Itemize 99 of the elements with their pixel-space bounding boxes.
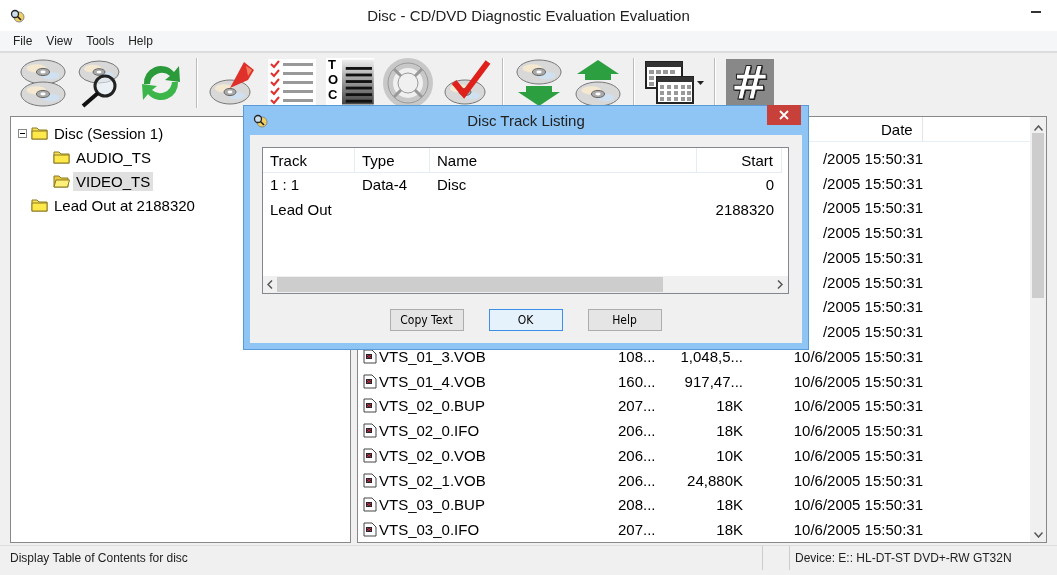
file-icon <box>363 522 377 538</box>
date-cell: /2005 15:50:31 <box>822 248 923 266</box>
toc-letters: TOC <box>327 58 340 103</box>
table-cell-text: 0 <box>764 176 775 193</box>
date-cell: /2005 15:50:31 <box>822 174 923 192</box>
column-header[interactable]: Date <box>875 117 923 141</box>
disc-check-icon[interactable] <box>442 58 492 108</box>
scroll-down-icon[interactable] <box>1033 532 1043 538</box>
table-cell-text: 206... <box>617 471 657 489</box>
table-cell-text: 160... <box>617 372 657 390</box>
magnifier-disc-icon <box>9 7 25 24</box>
table-cell-text: 2188320 <box>714 201 775 218</box>
dialog-title: Disc Track Listing <box>466 112 586 129</box>
status-message: Display Table of Contents for disc <box>9 551 189 565</box>
tree-item[interactable]: Lead Out at 2188320 <box>51 195 198 215</box>
window-grid-icon[interactable] <box>645 61 695 105</box>
file-name[interactable]: VTS_02_0.VOB <box>379 446 486 464</box>
table-cell-text: 208... <box>617 496 657 514</box>
table-cell-text: Data-4 <box>361 176 409 193</box>
hash-button[interactable]: # <box>726 59 774 107</box>
column-header[interactable]: Name <box>430 148 697 173</box>
horizontal-scrollbar[interactable] <box>263 276 788 293</box>
scroll-up-icon[interactable] <box>1033 125 1043 131</box>
scroll-right-icon[interactable] <box>777 280 783 289</box>
file-icon <box>363 423 377 439</box>
date-cell: 10/6/2005 15:50:31 <box>793 471 923 489</box>
file-icon <box>363 472 377 488</box>
table-cell-text: 1 : 1 <box>269 176 301 193</box>
date-cell: 10/6/2005 15:50:31 <box>793 397 923 415</box>
file-name[interactable]: VTS_01_4.VOB <box>379 372 486 390</box>
file-icon <box>363 497 377 513</box>
folder-icon <box>31 126 48 140</box>
file-name[interactable]: VTS_02_1.VOB <box>379 471 486 489</box>
tree-item[interactable]: VIDEO_TS <box>73 171 154 191</box>
table-cell-text: 18K <box>715 422 743 440</box>
dialog-button[interactable]: OK <box>488 309 563 331</box>
date-cell: 10/6/2005 15:50:31 <box>793 446 923 464</box>
file-name[interactable]: VTS_03_0.BUP <box>379 496 485 514</box>
scroll-left-icon[interactable] <box>267 280 273 289</box>
date-cell: 10/6/2005 15:50:31 <box>793 496 923 514</box>
disc-up-arrow-icon[interactable] <box>573 58 623 108</box>
table-cell-text: 24,880K <box>686 471 743 489</box>
column-header[interactable]: Type <box>355 148 430 173</box>
tree-item[interactable]: AUDIO_TS <box>73 147 154 167</box>
date-cell: /2005 15:50:31 <box>822 323 923 341</box>
close-button[interactable] <box>767 105 801 125</box>
date-cell: 10/6/2005 15:50:31 <box>793 521 923 539</box>
menu-item[interactable]: Help <box>121 34 160 48</box>
date-cell: 10/6/2005 15:50:31 <box>793 347 923 365</box>
table-cell-text: Disc <box>436 176 468 193</box>
table-cell-text: 207... <box>617 521 657 539</box>
file-name[interactable]: VTS_03_0.IFO <box>379 521 480 539</box>
folder-icon <box>53 150 70 164</box>
table-cell-text: 206... <box>617 422 657 440</box>
checklist-icon[interactable] <box>267 58 317 108</box>
date-cell: /2005 15:50:31 <box>822 298 923 316</box>
tree-item[interactable]: Disc (Session 1) <box>51 123 167 143</box>
menu-item[interactable]: View <box>39 34 80 48</box>
file-name[interactable]: VTS_02_0.BUP <box>379 397 485 415</box>
table-cell-text: 18K <box>715 496 743 514</box>
date-cell: 10/6/2005 15:50:31 <box>793 422 923 440</box>
table-cell-text: 18K <box>715 521 743 539</box>
file-name[interactable]: VTS_01_3.VOB <box>379 347 486 365</box>
date-cell: /2005 15:50:31 <box>822 149 923 167</box>
date-cell: /2005 15:50:31 <box>822 199 923 217</box>
table-cell-text: 207... <box>617 397 657 415</box>
table-cell-text: 18K <box>715 397 743 415</box>
magnifier-disc-icon <box>252 112 268 129</box>
date-cell: 10/6/2005 15:50:31 <box>793 372 923 390</box>
minimize-icon <box>1031 11 1041 13</box>
open-folder-icon <box>53 174 70 188</box>
date-cell: /2005 15:50:31 <box>822 224 923 242</box>
caret-icon[interactable] <box>697 81 704 85</box>
menu-item[interactable]: File <box>6 34 40 48</box>
toc-icon[interactable]: TOC <box>326 58 374 108</box>
folder-icon <box>31 198 48 212</box>
table-cell-text: 108... <box>617 347 657 365</box>
dialog-button[interactable]: Help <box>587 309 662 331</box>
stacked-discs-icon[interactable] <box>18 58 68 108</box>
dialog-button[interactable]: Copy Text <box>389 309 464 331</box>
menu-item[interactable]: Tools <box>79 34 122 48</box>
disc-down-arrow-icon[interactable] <box>514 58 564 108</box>
file-icon <box>363 373 377 389</box>
device-status: Device: E:: HL-DT-ST DVD+-RW GT32N <box>789 546 1057 570</box>
file-name[interactable]: VTS_02_0.IFO <box>379 422 480 440</box>
collapse-icon[interactable] <box>18 128 27 138</box>
date-cell: /2005 15:50:31 <box>822 273 923 291</box>
table-cell-text: 10K <box>715 446 743 464</box>
table-cell-text: 917,47... <box>683 372 743 390</box>
file-icon <box>363 398 377 414</box>
file-icon <box>363 447 377 463</box>
vertical-scrollbar[interactable] <box>1030 117 1046 542</box>
window-title: Disc - CD/DVD Diagnostic Evaluation Evaluation <box>366 7 691 24</box>
table-cell-text: Lead Out <box>269 201 333 218</box>
table-cell-text: 1,048,5... <box>679 347 743 365</box>
column-header[interactable]: Start <box>697 148 782 173</box>
close-icon <box>779 110 789 120</box>
column-header[interactable]: Track <box>263 148 355 173</box>
table-cell-text: 206... <box>617 446 657 464</box>
